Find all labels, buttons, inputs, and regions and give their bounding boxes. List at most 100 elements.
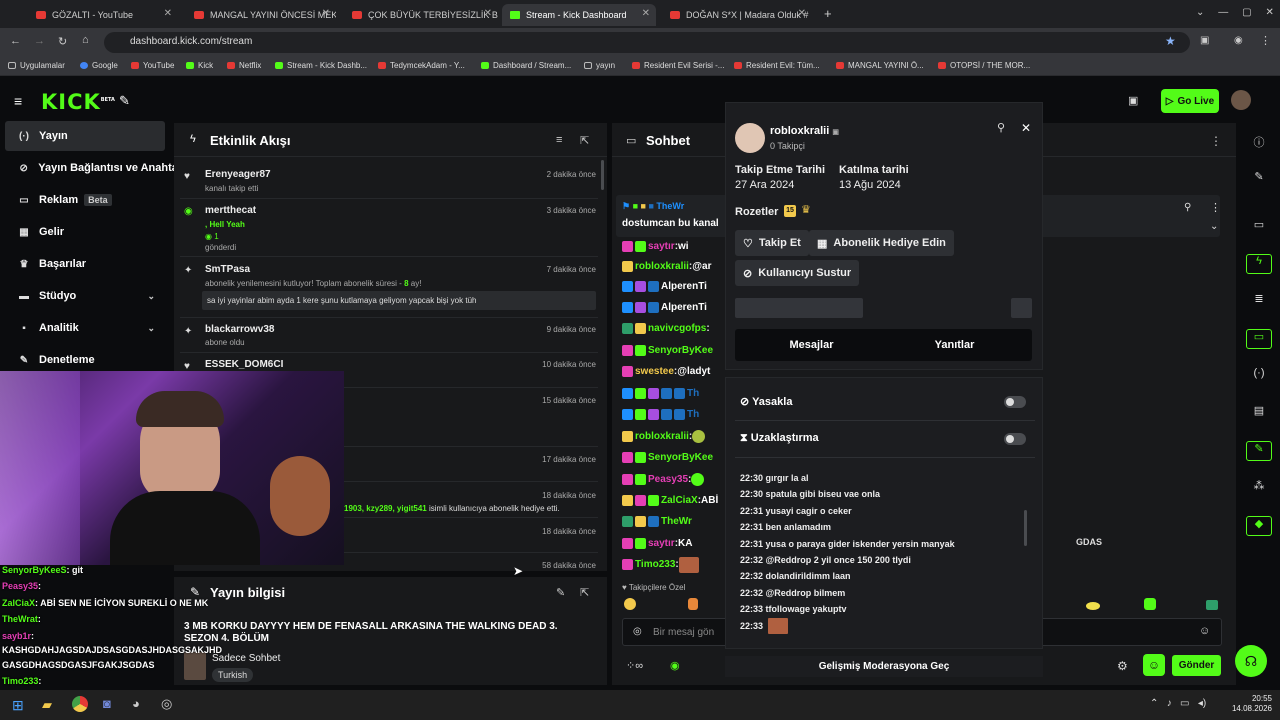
chat-message[interactable]: Peasy35: (622, 472, 706, 487)
pin-icon[interactable]: ⚲ (997, 121, 1005, 134)
event-username[interactable]: Erenyeager87 (205, 169, 271, 180)
chevron-down-icon[interactable]: ⌄ (1210, 221, 1218, 232)
more-icon[interactable]: ⋮ (1210, 134, 1222, 148)
folder-icon[interactable]: ▰ (42, 697, 52, 713)
event-username[interactable]: blackarrowv38 (205, 324, 275, 335)
tab-replies[interactable]: Yanıtlar (881, 329, 1028, 361)
gear-icon[interactable]: ⚙ (1117, 659, 1128, 673)
sidebar-item-studio[interactable]: ▬ Stüdyo ⌄ (5, 281, 165, 311)
edit-icon[interactable]: ✎ (1246, 170, 1272, 190)
sidebar-item-stream[interactable]: (·) Yayın (5, 121, 165, 151)
chat-message[interactable]: robloxkralii: (622, 429, 707, 444)
list-icon[interactable]: ≣ (1246, 292, 1272, 312)
wrench-icon[interactable]: ✎ (1246, 441, 1272, 461)
chat-icon[interactable]: ▭ (1246, 329, 1272, 349)
kick-logo[interactable]: KICKBETA (41, 90, 115, 114)
browser-tab[interactable]: DOĞAN S*X | Madara Olduk # ✕ (662, 4, 812, 26)
sidebar-item-revenue[interactable]: ▦ Gelir (5, 217, 165, 247)
layers-icon[interactable]: ▤ (1246, 404, 1272, 424)
bookmark[interactable]: Resident Evil Serisi -... (632, 61, 724, 70)
emoji-icon[interactable]: ☺ (1199, 625, 1210, 637)
follow-button[interactable]: ♡ Takip Et (735, 230, 809, 256)
bookmark[interactable]: Dashboard / Stream... (481, 61, 571, 70)
event-username[interactable]: mertthecat (205, 205, 256, 216)
chat-message[interactable]: navivcgofps: (622, 321, 710, 336)
emote-picker-button[interactable]: ☺ (1143, 654, 1165, 676)
discord-icon[interactable]: ◙ (103, 696, 111, 711)
event-username[interactable]: SmTPasa (205, 264, 250, 275)
broadcast-icon[interactable]: (·) (1246, 367, 1272, 387)
star-icon[interactable]: ★ (1165, 34, 1176, 48)
profile-icon[interactable]: ◉ (1234, 35, 1243, 46)
bookmark[interactable]: TedymcekAdam - Y... (378, 61, 465, 70)
tab-messages[interactable]: Mesajlar (735, 329, 888, 361)
bookmark[interactable]: YouTube (131, 61, 174, 70)
pin-icon[interactable]: ⚲ (1184, 202, 1191, 213)
bookmark[interactable]: Netflix (227, 61, 261, 70)
go-live-button[interactable]: ▷ Go Live (1161, 89, 1219, 113)
lightning-icon[interactable]: ϟ (1246, 254, 1272, 274)
send-button[interactable]: Gönder (1172, 655, 1221, 676)
info-icon[interactable]: ⓘ (1246, 134, 1272, 154)
popout-icon[interactable]: ⇱ (580, 586, 589, 599)
chat-message[interactable]: Th (622, 407, 699, 422)
video-icon[interactable]: ▭ (1246, 218, 1272, 238)
windows-icon[interactable]: ⊞ (12, 697, 24, 714)
bookmark[interactable]: Resident Evil: Tüm... (734, 61, 820, 70)
steam-icon[interactable]: ◕ (132, 696, 140, 711)
browser-tab[interactable]: GÖZALTI - YouTube ✕ (28, 4, 178, 26)
close-icon[interactable]: ✕ (164, 8, 172, 19)
tray-icons[interactable]: ⌃ ♪ ▭ ◂) (1150, 698, 1206, 709)
ban-toggle[interactable] (1004, 396, 1026, 408)
popout-icon[interactable]: ⇱ (580, 134, 589, 147)
chat-message[interactable]: TheWr (622, 514, 692, 529)
emote-icon[interactable] (1144, 598, 1156, 610)
share-icon[interactable]: ⁂ (1246, 479, 1272, 499)
copy-icon[interactable]: ▣ (832, 129, 839, 136)
mute-user-button[interactable]: ⊘ Kullanıcıyı Sustur (735, 260, 860, 286)
chat-message[interactable]: AlperenTi (622, 279, 707, 294)
new-tab-button[interactable]: + (824, 6, 832, 21)
more-icon[interactable]: ⋮ (1210, 201, 1221, 214)
avatar[interactable] (1231, 90, 1251, 110)
reload-icon[interactable]: ↻ (58, 35, 67, 48)
sidebar-item-ads[interactable]: ▭ Reklam Beta (5, 185, 165, 215)
chat-message[interactable]: robloxkralii: @ar (622, 259, 711, 274)
chat-message[interactable]: saytır: KA (622, 536, 692, 551)
shield-icon[interactable]: ◆ (1246, 516, 1272, 536)
extensions-icon[interactable]: ▣ (1200, 35, 1209, 46)
user-card-username[interactable]: robloxkralii ▣ (770, 125, 839, 137)
chat-message[interactable]: saytır: wi (622, 239, 689, 254)
chat-message[interactable]: AlperenTi (622, 300, 707, 315)
advanced-moderation-button[interactable]: Gelişmiş Moderasyona Geç (725, 656, 1043, 677)
headset-icon[interactable]: ☊ (1235, 645, 1267, 677)
chat-message[interactable]: SenyorByKee (622, 343, 713, 358)
menu-icon[interactable]: ⋮ (1260, 34, 1271, 47)
browser-tab-active[interactable]: Stream - Kick Dashboard ✕ (502, 4, 656, 26)
window-controls[interactable]: ⌄ — ▢ ✕ (1196, 7, 1274, 18)
emote-icon[interactable] (1086, 602, 1100, 610)
sidebar-item-stream-key[interactable]: ⊘ Yayın Bağlantısı ve Anahtar (5, 153, 175, 183)
scrollbar[interactable] (1024, 510, 1027, 546)
hamburger-icon[interactable]: ≡ (14, 93, 22, 109)
close-icon[interactable]: ✕ (798, 8, 806, 19)
timeout-toggle[interactable] (1004, 433, 1026, 445)
chat-message[interactable]: Th (622, 386, 699, 401)
gift-sub-button[interactable]: ▦ Abonelik Hediye Edin (809, 230, 954, 256)
bookmark[interactable]: OTOPSİ / THE MOR... (938, 61, 1030, 70)
emote-icon[interactable] (688, 598, 698, 610)
close-icon[interactable]: ✕ (322, 8, 330, 19)
back-icon[interactable]: ← (10, 35, 21, 47)
bookmark[interactable]: Google (80, 61, 118, 70)
chat-message[interactable]: swestee: @ladyt (622, 364, 710, 379)
clock[interactable]: 20:55 14.08.2026 (1222, 694, 1272, 714)
sidebar-item-analytics[interactable]: ▪ Analitik ⌄ (5, 313, 165, 343)
edit-icon[interactable]: ✎ (556, 586, 565, 599)
sidebar-item-achievements[interactable]: ♛ Başarılar (5, 249, 165, 279)
emote-icon[interactable] (624, 598, 636, 610)
url-input[interactable]: dashboard.kick.com/stream (104, 32, 1190, 53)
event-username[interactable]: ESSEK_DOM6CI (205, 359, 283, 370)
tools-icon[interactable]: ✎ (119, 93, 130, 109)
filter-icon[interactable]: ≡ (556, 134, 562, 146)
browser-tab[interactable]: MANGAL YAYINI ÖNCESİ MEKİ ✕ (186, 4, 336, 26)
